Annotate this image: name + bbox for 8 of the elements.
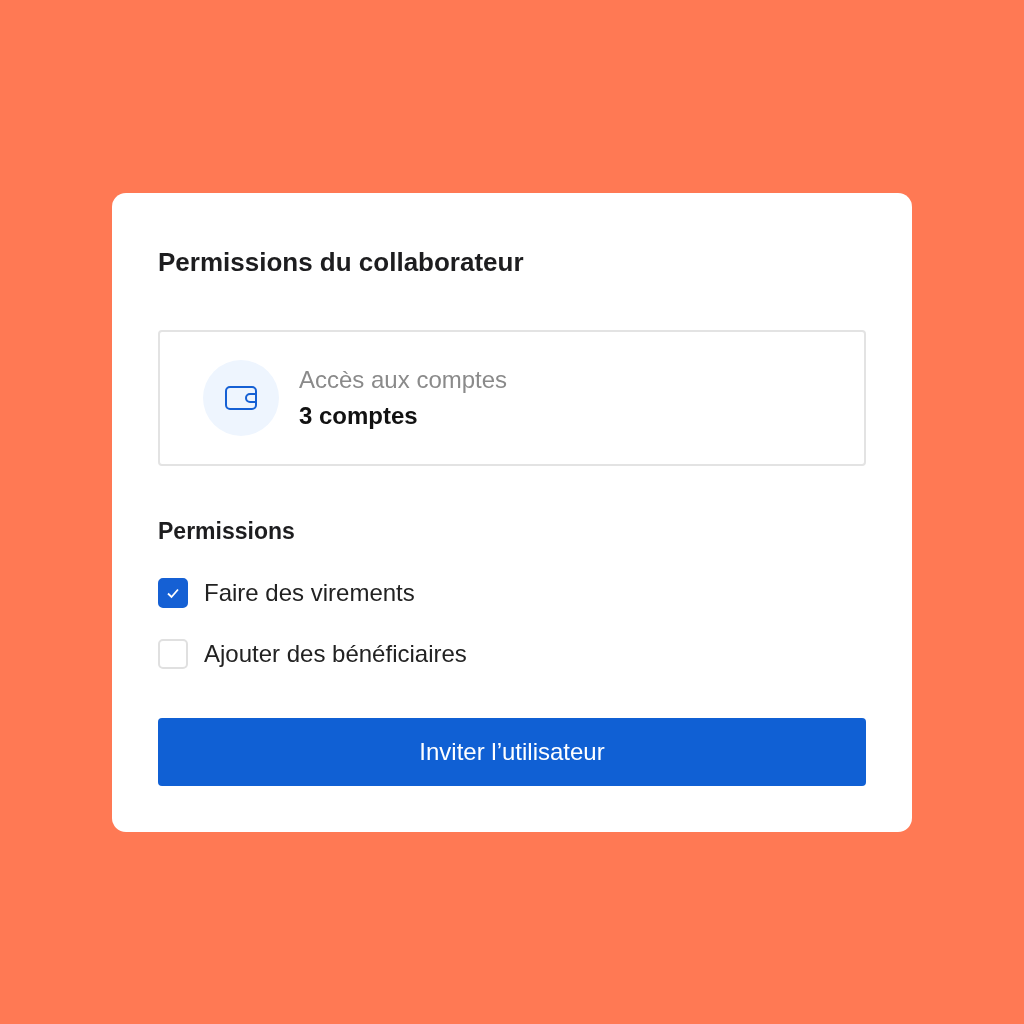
checkbox[interactable] — [158, 578, 188, 608]
checkbox-label: Faire des virements — [204, 579, 415, 607]
invite-button[interactable]: Inviter l’utilisateur — [158, 718, 866, 786]
section-heading: Permissions — [158, 517, 296, 545]
card-title: Permissions du collaborateur — [158, 246, 525, 278]
access-value: 3 comptes — [299, 401, 419, 431]
access-label: Accès aux comptes — [299, 365, 508, 395]
checkbox-label: Ajouter des bénéficiaires — [204, 640, 467, 668]
